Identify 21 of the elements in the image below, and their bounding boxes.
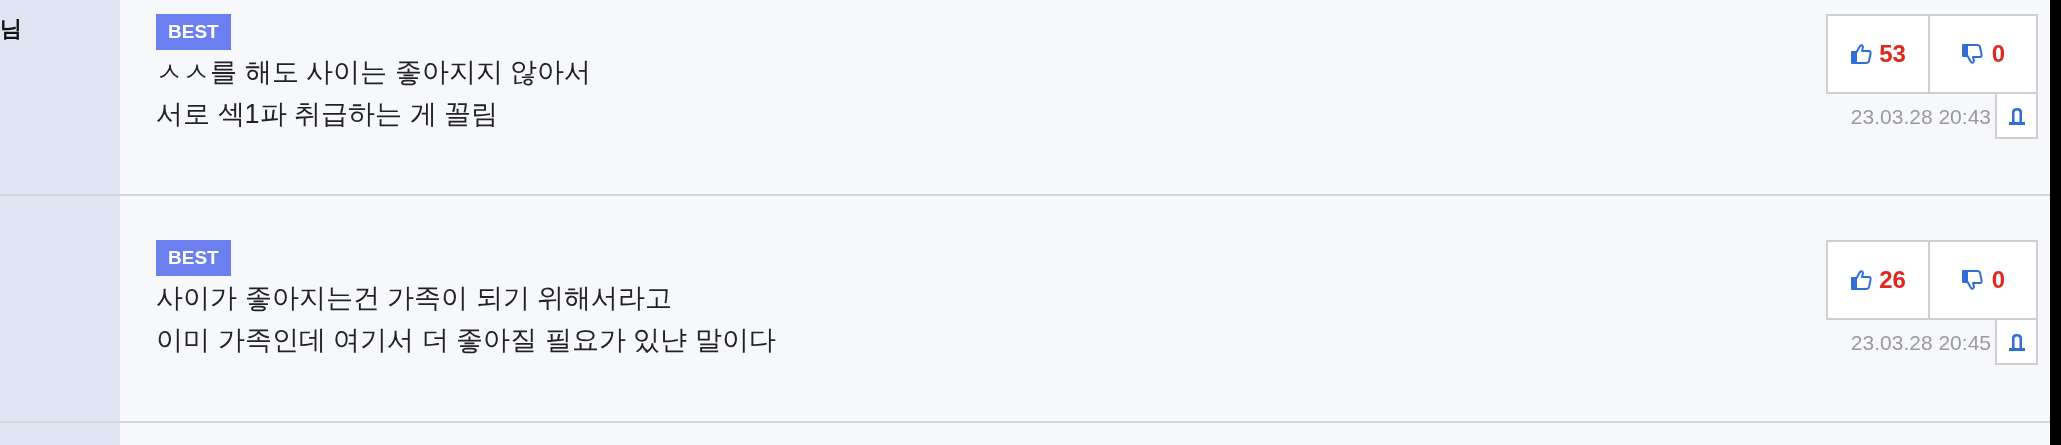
comment-date: 23.03.28 20:45	[1850, 329, 1992, 356]
best-badge: BEST	[156, 240, 231, 276]
dislike-button[interactable]: 0	[1930, 240, 2038, 320]
like-button[interactable]: 26	[1826, 240, 1930, 320]
thumbs-up-icon	[1850, 42, 1875, 66]
dislike-button[interactable]: 0	[1930, 14, 2038, 94]
thumbs-up-icon	[1850, 268, 1875, 292]
comment-text: 사이가 좋아지는건 가족이 되기 위해서라고	[156, 282, 672, 315]
thumbs-down-icon	[1960, 42, 1985, 66]
bell-icon	[2007, 331, 2026, 352]
best-badge: BEST	[156, 14, 231, 50]
like-button[interactable]: 53	[1826, 14, 1930, 94]
report-button[interactable]	[1995, 320, 2038, 365]
comment-text: 이미 가족인데 여기서 더 좋아질 필요가 있냔 말이다	[156, 324, 776, 357]
thumbs-down-icon	[1960, 268, 1985, 292]
comment-text: 서로 섹1파 취급하는 게 꼴림	[156, 98, 499, 131]
author-name: 님	[0, 16, 22, 41]
comment-date: 23.03.28 20:43	[1850, 103, 1992, 130]
bell-icon	[2007, 105, 2026, 126]
comment-text: ㅅㅅ를 해도 사이는 좋아지지 않아서	[156, 56, 591, 89]
report-button[interactable]	[1995, 94, 2038, 139]
